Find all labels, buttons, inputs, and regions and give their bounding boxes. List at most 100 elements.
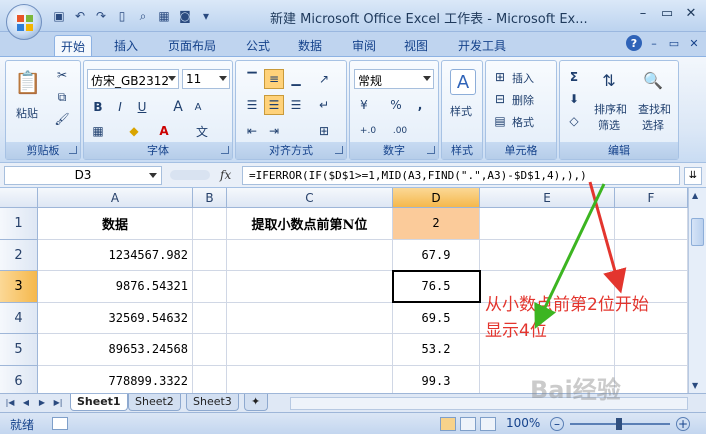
format-cells-icon[interactable]: ▤ xyxy=(490,111,510,131)
styles-icon[interactable]: A xyxy=(450,69,476,95)
cell-d1[interactable]: 2 xyxy=(393,208,480,240)
undo-icon[interactable]: ↶ xyxy=(71,7,89,25)
row-header-4[interactable]: 4 xyxy=(0,302,38,334)
zoom-out-icon[interactable]: – xyxy=(550,417,564,431)
ribbon-minimize-icon[interactable]: – xyxy=(646,35,662,51)
close-button[interactable]: ✕ xyxy=(680,4,702,22)
find-select-icon[interactable]: 🔍 xyxy=(640,67,666,93)
customize-qat-icon[interactable]: ▾ xyxy=(197,7,215,25)
number-format-combo[interactable]: 常规 xyxy=(354,69,434,89)
tab-page-layout[interactable]: 页面布局 xyxy=(162,35,222,56)
row-header-5[interactable]: 5 xyxy=(0,334,38,366)
normal-view-icon[interactable] xyxy=(440,417,456,431)
column-header-c[interactable]: C xyxy=(227,188,393,208)
cell-d5[interactable]: 53.2 xyxy=(393,334,480,366)
cell-f6[interactable] xyxy=(615,365,688,393)
cell-b4[interactable] xyxy=(193,302,227,334)
dialog-launcher-icon[interactable] xyxy=(427,146,435,154)
cell-a1[interactable]: 数据 xyxy=(38,208,193,240)
shrink-font-button[interactable]: A xyxy=(188,97,208,117)
cell-f1[interactable] xyxy=(615,208,688,240)
cell-c1[interactable]: 提取小数点前第N位 xyxy=(227,208,393,240)
cell-a2[interactable]: 1234567.982 xyxy=(38,239,193,271)
delete-cells-button[interactable]: 删除 xyxy=(512,92,534,108)
copy-icon[interactable]: ⧉ xyxy=(52,87,72,107)
percent-button[interactable]: % xyxy=(386,95,406,115)
decrease-indent-icon[interactable]: ⇤ xyxy=(242,121,262,141)
column-header-f[interactable]: F xyxy=(615,188,688,208)
row-header-1[interactable]: 1 xyxy=(0,208,38,240)
styles-button-label[interactable]: 样式 xyxy=(450,103,472,119)
comma-button[interactable]: , xyxy=(410,95,430,115)
formula-bar-splitter[interactable] xyxy=(170,170,210,180)
phonetic-button[interactable]: 文 xyxy=(192,121,212,141)
align-center-icon[interactable]: ☰ xyxy=(264,95,284,115)
decrease-decimal-button[interactable]: .00 xyxy=(386,121,414,141)
page-layout-view-icon[interactable] xyxy=(460,417,476,431)
cell-e2[interactable] xyxy=(480,239,615,271)
cell-d4[interactable]: 69.5 xyxy=(393,302,480,334)
prev-sheet-icon[interactable]: ◀ xyxy=(20,397,32,409)
tab-data[interactable]: 数据 xyxy=(292,35,328,56)
next-sheet-icon[interactable]: ▶ xyxy=(36,397,48,409)
insert-sheet-icon[interactable]: ✦ xyxy=(244,394,268,411)
row-header-2[interactable]: 2 xyxy=(0,239,38,271)
dialog-launcher-icon[interactable] xyxy=(335,146,343,154)
italic-button[interactable]: I xyxy=(110,97,130,117)
increase-indent-icon[interactable]: ⇥ xyxy=(264,121,284,141)
align-left-icon[interactable]: ☰ xyxy=(242,95,262,115)
cell-b5[interactable] xyxy=(193,334,227,366)
ribbon-restore-icon[interactable]: ▭ xyxy=(666,35,682,51)
help-icon[interactable]: ? xyxy=(626,35,642,51)
sort-filter-button[interactable]: 排序和 xyxy=(594,101,627,117)
sort-filter-icon[interactable]: ⇅ xyxy=(596,67,622,93)
align-right-icon[interactable]: ☰ xyxy=(286,95,306,115)
cell-a6[interactable]: 778899.3322 xyxy=(38,365,193,393)
fill-icon[interactable]: ⬇ xyxy=(564,89,584,109)
insert-cells-button[interactable]: 插入 xyxy=(512,70,534,86)
ribbon-close-icon[interactable]: ✕ xyxy=(686,35,702,51)
format-cells-button[interactable]: 格式 xyxy=(512,114,534,130)
cell-b1[interactable] xyxy=(193,208,227,240)
save-icon[interactable]: ▣ xyxy=(50,7,68,25)
cell-a4[interactable]: 32569.54632 xyxy=(38,302,193,334)
cut-icon[interactable]: ✂ xyxy=(52,65,72,85)
delete-cells-icon[interactable]: ⊟ xyxy=(490,89,510,109)
column-header-d[interactable]: D xyxy=(393,188,480,208)
increase-decimal-button[interactable]: +.0 xyxy=(354,121,382,141)
cell-c2[interactable] xyxy=(227,239,393,271)
sort-filter-button-line2[interactable]: 筛选 xyxy=(598,117,620,133)
sheet-tab-sheet2[interactable]: Sheet2 xyxy=(128,394,181,411)
font-color-icon[interactable]: A xyxy=(154,121,174,141)
tab-home[interactable]: 开始 xyxy=(54,35,93,56)
cell-c6[interactable] xyxy=(227,365,393,393)
grow-font-button[interactable]: A xyxy=(168,97,188,117)
column-header-b[interactable]: B xyxy=(193,188,227,208)
column-header-e[interactable]: E xyxy=(480,188,615,208)
border-icon[interactable]: ▦ xyxy=(88,121,108,141)
cell-d6[interactable]: 99.3 xyxy=(393,365,480,393)
cell-b6[interactable] xyxy=(193,365,227,393)
tab-insert[interactable]: 插入 xyxy=(108,35,144,56)
underline-button[interactable]: U xyxy=(132,97,152,117)
cell-a5[interactable]: 89653.24568 xyxy=(38,334,193,366)
cell-c5[interactable] xyxy=(227,334,393,366)
align-top-icon[interactable]: ▔ xyxy=(242,69,262,89)
zoom-in-icon[interactable]: + xyxy=(676,417,690,431)
wrap-text-icon[interactable]: ↵ xyxy=(314,95,334,115)
tab-view[interactable]: 视图 xyxy=(398,35,434,56)
align-middle-icon[interactable]: ≡ xyxy=(264,69,284,89)
tab-formulas[interactable]: 公式 xyxy=(240,35,276,56)
name-box[interactable]: D3 xyxy=(4,166,162,185)
merge-center-icon[interactable]: ⊞ xyxy=(314,121,334,141)
format-painter-icon[interactable]: 🖌 xyxy=(52,109,72,129)
expand-formula-bar-icon[interactable]: ⇊ xyxy=(684,167,702,185)
horizontal-scrollbar[interactable] xyxy=(290,397,688,410)
page-break-view-icon[interactable] xyxy=(480,417,496,431)
table-icon[interactable]: ▦ xyxy=(155,7,173,25)
vertical-scroll-thumb[interactable] xyxy=(691,218,704,246)
first-sheet-icon[interactable]: |◀ xyxy=(4,397,16,409)
orientation-icon[interactable]: ↗ xyxy=(314,69,334,89)
redo-icon[interactable]: ↷ xyxy=(92,7,110,25)
worksheet-grid[interactable]: A B C D E F 1 数据 提取小数点前第N位 2 2 1234567.982 67.… xyxy=(0,188,706,393)
